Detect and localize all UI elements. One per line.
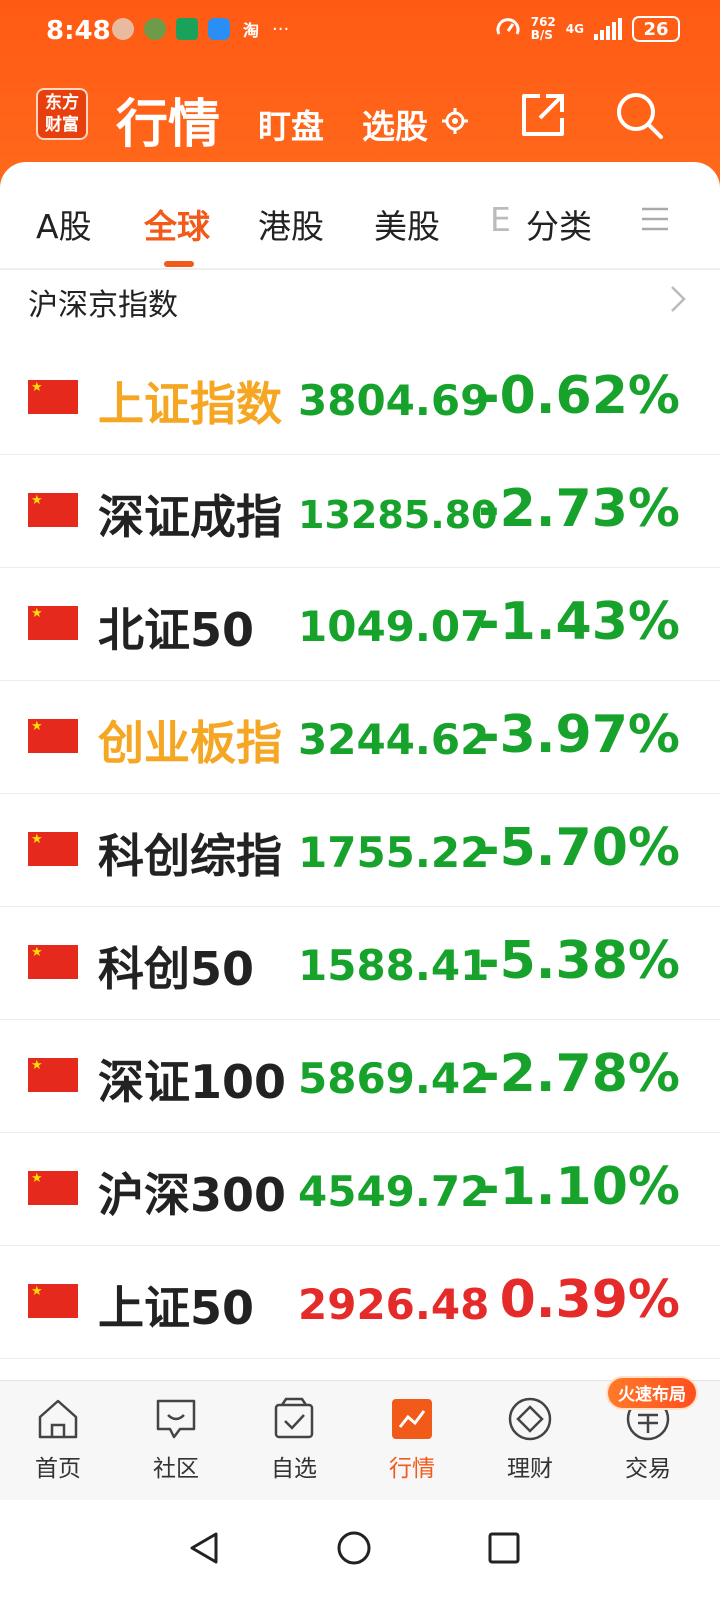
index-name: 深证100 <box>98 1055 287 1109</box>
index-change: -5.38% <box>478 931 680 991</box>
recent-apps-icon[interactable] <box>484 1528 524 1568</box>
nav-community[interactable]: 社区 <box>126 1395 226 1483</box>
market-icon <box>392 1399 432 1439</box>
china-flag-icon: ★ <box>28 832 78 866</box>
network-rate: 762 B/S <box>530 15 556 42</box>
notification-icons: 淘 ··· <box>112 18 289 40</box>
index-row[interactable]: ★ 深证成指 13285.80 -2.73% <box>0 455 720 568</box>
message-notification-icon <box>208 18 230 40</box>
china-flag-icon: ★ <box>28 1058 78 1092</box>
index-name: 北证50 <box>98 603 255 657</box>
index-price: 1755.22 <box>298 828 490 877</box>
status-time: 8:48 <box>46 16 111 46</box>
tab-global[interactable]: 全球 <box>144 200 210 248</box>
battery-icon: 26 <box>632 16 680 42</box>
avatar-notification-icon <box>112 18 134 40</box>
speed-icon <box>496 18 520 35</box>
status-bar: 8:48 淘 ··· 762 B/S 4G 26 <box>0 0 720 64</box>
tab-hk-shares[interactable]: 港股 <box>258 200 324 248</box>
index-list: ★ 上证指数 3804.69 -0.62% ★ 深证成指 13285.80 -2.73% ★ 北证… <box>0 342 720 1359</box>
index-change: -2.73% <box>478 479 680 539</box>
index-name: 科创50 <box>98 942 255 996</box>
taobao-notification-icon: 淘 <box>242 21 259 40</box>
index-row[interactable]: ★ 深证100 5869.42 -2.78% <box>0 1020 720 1133</box>
index-row[interactable]: ★ 上证50 2926.48 0.39% <box>0 1246 720 1359</box>
index-row[interactable]: ★ 北证50 1049.07 -1.43% <box>0 568 720 681</box>
index-row[interactable]: ★ 科创综指 1755.22 -5.70% <box>0 794 720 907</box>
nav-finance[interactable]: 理财 <box>480 1395 580 1483</box>
index-price: 1049.07 <box>298 602 490 651</box>
index-price: 3244.62 <box>298 715 490 764</box>
index-row[interactable]: ★ 沪深300 4549.72 -1.10% <box>0 1133 720 1246</box>
section-title: 沪深京指数 <box>28 288 178 323</box>
index-change: -0.62% <box>478 366 680 426</box>
index-price: 13285.80 <box>298 493 498 537</box>
index-name: 上证50 <box>98 1281 255 1335</box>
index-row[interactable]: ★ 科创50 1588.41 -5.38% <box>0 907 720 1020</box>
app-notification-icon <box>144 18 166 40</box>
index-price: 1588.41 <box>298 941 490 990</box>
post-notification-icon <box>176 18 198 40</box>
home-icon <box>38 1399 78 1439</box>
index-name: 沪深300 <box>98 1168 287 1222</box>
index-name: 深证成指 <box>98 490 282 544</box>
tab-etf[interactable]: E <box>490 200 511 239</box>
page-title: 行情 <box>116 95 221 155</box>
market-card: A股 全球 港股 美股 E 分类 沪深京指数 ★ 上证指数 3804.69 -0.62… <box>0 162 720 1402</box>
active-tab-indicator <box>164 261 194 267</box>
signal-icon <box>594 18 622 40</box>
index-price: 2926.48 <box>298 1280 490 1329</box>
nav-home[interactable]: 首页 <box>8 1395 108 1483</box>
nav-watchlist[interactable]: 自选 <box>244 1395 344 1483</box>
stock-picker-link[interactable]: 选股 <box>362 100 428 148</box>
finance-icon <box>508 1397 552 1441</box>
watchlist-icon <box>274 1397 314 1439</box>
index-price: 4549.72 <box>298 1167 490 1216</box>
index-change: -3.97% <box>478 705 680 765</box>
china-flag-icon: ★ <box>28 493 78 527</box>
system-navigation <box>0 1500 720 1600</box>
dingpan-link[interactable]: 盯盘 <box>258 100 324 148</box>
index-change: 0.39% <box>499 1270 680 1330</box>
gear-icon[interactable] <box>440 106 470 136</box>
community-icon <box>156 1399 196 1439</box>
tab-us-shares[interactable]: 美股 <box>374 200 440 248</box>
index-change: -1.43% <box>478 592 680 652</box>
index-row[interactable]: ★ 创业板指 3244.62 -3.97% <box>0 681 720 794</box>
china-flag-icon: ★ <box>28 1284 78 1318</box>
system-status: 762 B/S 4G 26 <box>495 16 680 42</box>
china-flag-icon: ★ <box>28 606 78 640</box>
china-flag-icon: ★ <box>28 945 78 979</box>
index-change: -2.78% <box>478 1044 680 1104</box>
more-notifications-icon: ··· <box>272 18 290 40</box>
app-header: 东方财富 行情 盯盘 选股 <box>0 72 720 162</box>
index-row[interactable]: ★ 上证指数 3804.69 -0.62% <box>0 342 720 455</box>
index-change: -1.10% <box>478 1157 680 1217</box>
china-flag-icon: ★ <box>28 719 78 753</box>
app-logo: 东方财富 <box>36 88 88 140</box>
index-change: -5.70% <box>478 818 680 878</box>
promo-badge[interactable]: 火速布局 <box>606 1376 698 1410</box>
china-flag-icon: ★ <box>28 1171 78 1205</box>
index-price: 3804.69 <box>298 376 490 425</box>
back-icon[interactable] <box>184 1528 224 1568</box>
tab-category[interactable]: 分类 <box>526 200 592 248</box>
search-icon[interactable] <box>612 88 666 142</box>
share-icon[interactable] <box>516 88 570 142</box>
nav-market[interactable]: 行情 <box>362 1395 462 1483</box>
china-flag-icon: ★ <box>28 380 78 414</box>
chevron-right-icon[interactable] <box>668 284 688 314</box>
home-button-icon[interactable] <box>334 1528 374 1568</box>
index-name: 科创综指 <box>98 829 282 883</box>
index-name: 创业板指 <box>98 716 282 770</box>
index-name: 上证指数 <box>98 377 282 431</box>
menu-icon[interactable] <box>640 206 670 232</box>
network-type: 4G <box>565 22 584 36</box>
tab-a-shares[interactable]: A股 <box>36 200 92 248</box>
index-price: 5869.42 <box>298 1054 490 1103</box>
market-tabs: A股 全球 港股 美股 E 分类 <box>0 162 720 270</box>
